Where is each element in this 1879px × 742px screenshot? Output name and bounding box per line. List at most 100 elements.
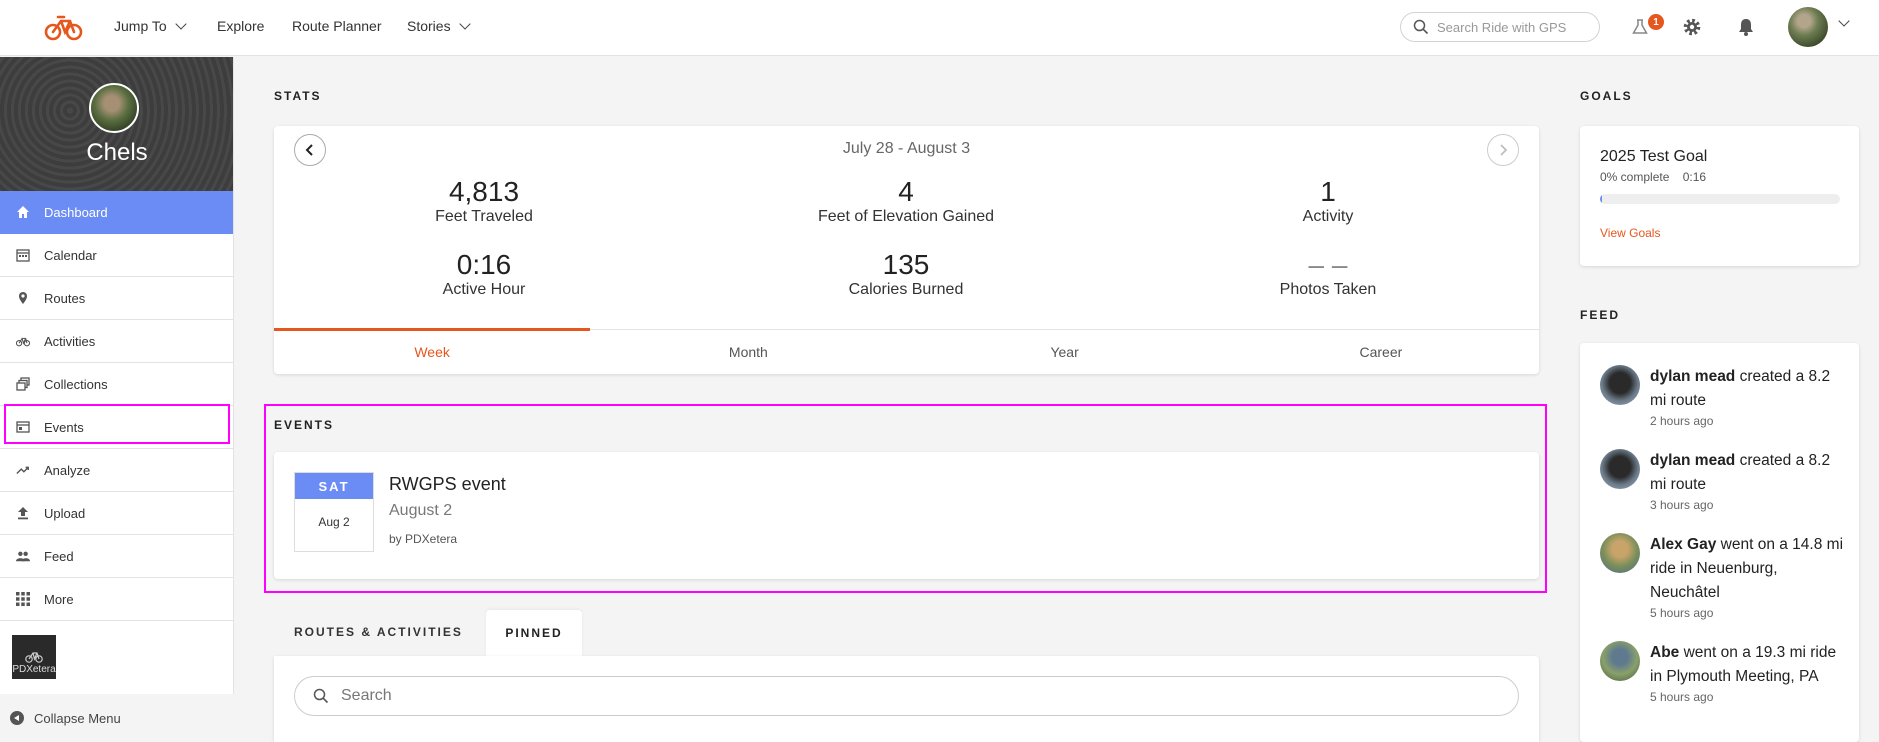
feed-text: Alex Gay went on a 14.8 mi ride in Neuen… (1650, 533, 1850, 621)
global-search-input[interactable] (1437, 19, 1587, 35)
sidebar-item-calendar[interactable]: Calendar (0, 234, 233, 277)
bike-icon (25, 652, 43, 663)
stat-label: Calories Burned (848, 281, 964, 298)
events-icon (16, 420, 30, 434)
profile-name[interactable]: Chels (0, 139, 234, 167)
pinned-list-card (274, 656, 1539, 742)
stat-label: Photos Taken (1279, 281, 1377, 298)
nav-stories[interactable]: Stories (407, 17, 471, 34)
stats-date-range: July 28 - August 3 (842, 140, 971, 157)
sidebar-item-events[interactable]: Events (0, 406, 233, 449)
event-date-short: Aug 2 (318, 515, 350, 529)
nav-explore-label: Explore (217, 18, 265, 34)
tab-month[interactable]: Month (590, 330, 906, 374)
stats-card: July 28 - August 3 4,813 Feet Traveled 4… (274, 126, 1539, 374)
sidebar-item-label: Analyze (44, 462, 91, 478)
sidebar-item-upload[interactable]: Upload (0, 492, 233, 535)
goal-progress-bar (1600, 194, 1840, 204)
sidebar-item-feed[interactable]: Feed (0, 535, 233, 578)
feed-time: 5 hours ago (1650, 606, 1714, 620)
nav-jump-to[interactable]: Jump To (114, 17, 187, 34)
settings-button[interactable] (1679, 14, 1705, 40)
sidebar-item-more[interactable]: More (0, 578, 233, 621)
event-day: SAT (295, 473, 373, 499)
flask-icon (1632, 19, 1648, 34)
global-search[interactable] (1400, 12, 1600, 42)
goal-progress-fill (1600, 194, 1602, 204)
people-icon (16, 549, 30, 563)
feed-avatar[interactable] (1600, 533, 1640, 573)
sidebar-item-dashboard[interactable]: Dashboard (0, 191, 233, 234)
sidebar-item-label: Calendar (44, 247, 97, 263)
feed-avatar[interactable] (1600, 641, 1640, 681)
stat-label: Active Hour (442, 281, 526, 298)
feed-user[interactable]: dylan mead (1650, 368, 1735, 385)
notifications-button[interactable] (1733, 14, 1759, 40)
org-logo-label: PDXetera (12, 664, 56, 675)
profile-header: Chels (0, 57, 233, 191)
feed-time: 3 hours ago (1650, 498, 1714, 512)
tab-routes-activities[interactable]: ROUTES & ACTIVITIES (294, 625, 463, 639)
stats-period-tabs: Week Month Year Career (274, 328, 1539, 374)
collapse-arrow-icon (10, 711, 24, 725)
stat-calories-burned: 135 Calories Burned (756, 249, 1056, 299)
goal-card: 2025 Test Goal 0% complete 0:16 View Goa… (1580, 126, 1859, 266)
nav-jump-to-label: Jump To (114, 18, 167, 34)
sidebar-item-label: More (44, 591, 74, 607)
nav-explore[interactable]: Explore (217, 18, 264, 34)
nav-route-planner[interactable]: Route Planner (292, 18, 382, 34)
upload-icon (16, 506, 30, 520)
chevron-down-icon[interactable] (1838, 15, 1850, 27)
stat-value: 4,813 (448, 176, 520, 207)
sidebar-item-routes[interactable]: Routes (0, 277, 233, 320)
chevron-down-icon (175, 17, 187, 30)
stat-label: Activity (1302, 208, 1354, 225)
feed-avatar[interactable] (1600, 449, 1640, 489)
tab-career[interactable]: Career (1223, 330, 1539, 374)
chevron-right-icon (1500, 144, 1508, 156)
bell-icon (1739, 19, 1753, 36)
collapse-menu-label: Collapse Menu (34, 710, 121, 726)
gear-icon (1683, 18, 1701, 36)
sidebar-item-label: Feed (44, 548, 74, 564)
sidebar-item-activities[interactable]: Activities (0, 320, 233, 363)
tab-pinned[interactable]: PINNED (486, 610, 582, 656)
tab-week[interactable]: Week (274, 328, 591, 374)
tab-year[interactable]: Year (907, 330, 1223, 374)
rwgps-logo[interactable] (44, 12, 84, 42)
event-title[interactable]: RWGPS event (389, 474, 506, 495)
view-goals-link[interactable]: View Goals (1600, 226, 1660, 240)
list-search[interactable] (294, 676, 1519, 716)
event-organizer: by PDXetera (389, 532, 458, 546)
event-card[interactable]: SAT Aug 2 RWGPS event August 2 by PDXete… (274, 452, 1539, 579)
sidebar-item-analyze[interactable]: Analyze (0, 449, 233, 492)
chevron-down-icon (458, 17, 471, 30)
feed-user[interactable]: Abe (1650, 644, 1679, 661)
search-icon (313, 688, 329, 704)
stat-value: 4 (898, 176, 914, 207)
org-logo-pdxetera[interactable]: PDXetera (12, 635, 56, 679)
feed-user[interactable]: dylan mead (1650, 452, 1735, 469)
events-heading: EVENTS (274, 418, 335, 432)
goals-heading: GOALS (1580, 89, 1633, 103)
profile-avatar[interactable] (89, 83, 139, 133)
user-avatar[interactable] (1788, 7, 1828, 47)
collections-icon (16, 377, 30, 391)
nav-stories-label: Stories (407, 18, 451, 34)
stats-heading: STATS (274, 89, 322, 103)
trend-icon (16, 463, 30, 477)
bike-icon (16, 334, 30, 348)
next-period-button[interactable] (1487, 134, 1519, 166)
stat-value: 0:16 (456, 249, 512, 280)
stat-label: Feet of Elevation Gained (817, 208, 995, 225)
stat-activity: 1 Activity (1178, 176, 1478, 226)
feed-avatar[interactable] (1600, 365, 1640, 405)
list-search-input[interactable] (341, 687, 1441, 705)
goal-title: 2025 Test Goal (1600, 148, 1708, 165)
stat-elevation-gained: 4 Feet of Elevation Gained (756, 176, 1056, 226)
feed-user[interactable]: Alex Gay (1650, 536, 1716, 553)
goal-progress-text: 0% complete 0:16 (1600, 170, 1707, 184)
collapse-menu-button[interactable]: Collapse Menu (0, 694, 234, 742)
stat-value: – – (1308, 249, 1348, 280)
sidebar-item-collections[interactable]: Collections (0, 363, 233, 406)
